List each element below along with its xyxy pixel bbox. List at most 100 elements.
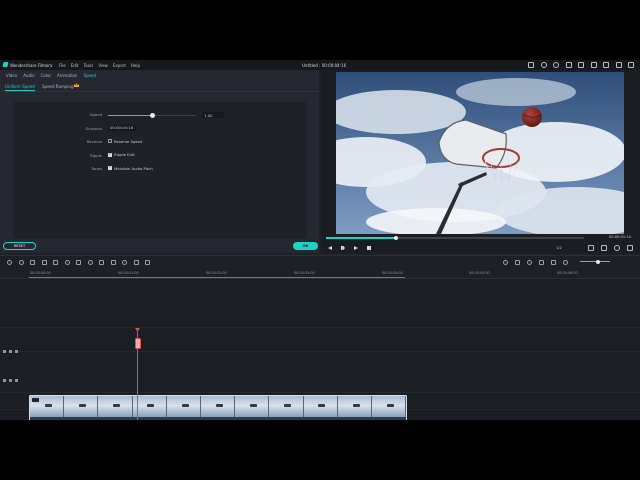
clip-thumbnail [303,396,338,417]
headset-icon[interactable] [553,61,559,68]
document-title: Untitled : 00:00:04:16 [302,62,347,68]
menu-file[interactable]: File [59,63,66,68]
voiceover-icon[interactable] [527,260,532,265]
app-logo-icon [2,62,9,67]
adjust-icon[interactable] [133,260,139,265]
step-back-icon[interactable] [341,246,345,250]
ruler-label: 00:00:00:00 [30,271,51,275]
stop-icon[interactable] [367,246,371,250]
filmora-window: Wondershare Filmora File Edit Tools View… [0,60,640,420]
play-icon[interactable] [354,246,358,250]
reverse-speed-checkbox[interactable] [108,139,112,143]
ruler-label: 00:00:04:00 [382,271,403,275]
preview-progress-bar[interactable] [326,235,584,240]
duration-input[interactable]: 00:00:04:16 [108,124,136,131]
tab-video[interactable]: Video [6,73,17,78]
freeze-icon[interactable] [99,260,104,265]
menu-view[interactable]: View [98,63,108,68]
volume-icon[interactable] [614,245,620,251]
speed-icon[interactable] [64,260,70,265]
clip-thumbnail [371,396,406,417]
ripple-label: Ripple [90,152,102,158]
timer-icon[interactable] [87,260,93,265]
subtab-uniform-speed[interactable]: Uniform Speed [5,84,35,89]
fullscreen-icon[interactable] [627,245,633,251]
premium-crown-icon [74,83,79,87]
cart-icon[interactable] [565,61,572,68]
track-divider [0,327,640,328]
track-video-icon [3,350,6,353]
crop-icon[interactable] [53,260,58,265]
menu-export[interactable]: Export [113,63,126,68]
preview-quality-select[interactable]: 1/2 [556,246,562,250]
speed-slider-fill [108,114,152,116]
tones-label: Tones [91,166,102,171]
reset-button[interactable]: RESET [3,242,36,250]
delete-icon[interactable] [30,260,35,265]
zoom-slider-handle[interactable] [596,259,600,264]
subtab-speed-ramping[interactable]: Speed Ramping [42,84,74,89]
lock-icon[interactable] [9,350,12,353]
video-clip[interactable] [29,395,407,420]
maintain-pitch-checkbox[interactable]: ✓ [108,166,112,170]
lock-icon[interactable] [9,379,12,382]
monitor-icon[interactable] [588,245,594,251]
clip-thumbnails [30,396,406,417]
maximize-icon[interactable] [615,61,622,68]
home-icon[interactable] [528,61,534,68]
menu-edit[interactable]: Edit [71,63,79,68]
cloud-icon[interactable] [590,61,597,68]
reverse-speed-text: Reverse Speed [114,138,143,144]
playhead-handle[interactable] [134,338,141,349]
timeline-toolbar [0,255,640,267]
preview-progress-handle[interactable] [393,235,398,240]
track-audio-icon [3,379,6,382]
clip-type-icon [32,398,39,402]
snapshot-icon[interactable] [601,245,607,251]
tab-speed[interactable]: Speed [83,73,96,78]
zoom-slider[interactable] [580,261,610,262]
mute-icon[interactable] [15,379,18,382]
menu-help[interactable]: Help [131,63,140,68]
minimize-icon[interactable] [603,61,609,68]
snap-icon[interactable] [539,260,544,265]
eye-icon[interactable] [15,350,18,353]
color-icon[interactable] [76,260,81,265]
clip-audio-strip [30,417,406,420]
previous-frame-icon[interactable] [328,246,332,250]
maintain-pitch-option[interactable]: ✓ Maintain Audio Pitch [108,166,153,171]
mix-icon[interactable] [551,260,556,265]
ruler-label: 00:00:05:00 [469,271,490,275]
menu-tools[interactable]: Tools [83,63,93,68]
sun-icon[interactable] [540,61,547,68]
clip-thumbnail [98,396,133,417]
tab-audio[interactable]: Audio [23,73,34,78]
mail-icon[interactable] [578,61,584,68]
audio-mixer-icon[interactable] [145,260,150,265]
properties-panel: Video Audio Color Animation Speed Unifor… [0,70,319,253]
redo-icon[interactable] [18,260,24,265]
tab-color[interactable]: Color [41,73,51,78]
clip-thumbnail [64,396,99,417]
zoom-out-icon[interactable] [563,260,568,265]
maintain-pitch-text: Maintain Audio Pitch [114,165,153,171]
render-icon[interactable] [503,260,508,265]
ripple-edit-checkbox[interactable]: ✓ [108,152,112,157]
tab-animation[interactable]: Animation [57,73,77,78]
speed-slider[interactable] [108,112,196,118]
speed-value-input[interactable]: 1.00 [202,112,224,118]
undo-icon[interactable] [7,260,12,265]
reverse-speed-option[interactable]: Reverse Speed [108,139,142,144]
app-name: Wondershare Filmora [10,62,53,68]
video-preview[interactable] [336,72,624,234]
green-screen-icon[interactable] [122,260,127,265]
ripple-edit-option[interactable]: ✓ Ripple Edit [108,152,134,157]
ok-button[interactable]: OK [293,242,318,250]
fit-icon[interactable] [110,260,116,265]
ruler-label: 00:00:02:00 [206,271,227,275]
split-icon[interactable] [41,260,47,265]
marker-icon[interactable] [515,260,520,265]
duration-label: Duration [85,125,103,131]
speed-slider-handle[interactable] [149,112,155,118]
close-icon[interactable] [628,61,634,68]
